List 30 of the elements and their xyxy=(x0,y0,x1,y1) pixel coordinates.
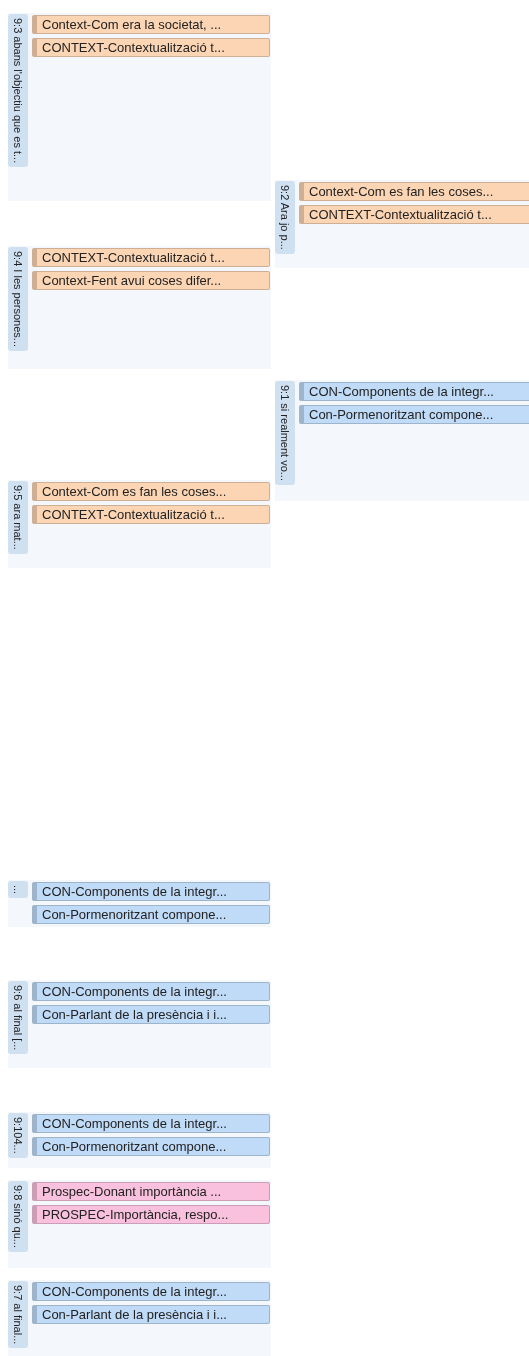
code-tag[interactable]: CON-Components de la integr... xyxy=(32,1114,270,1133)
quotation-label[interactable]: 9:1 si realment vo... xyxy=(275,381,295,485)
code-tag[interactable]: Con-Parlant de la presència i i... xyxy=(32,1005,270,1024)
code-tag[interactable]: PROSPEC-Importància, respo... xyxy=(32,1205,270,1224)
quotation-label[interactable]: 9:2 Ara jo p... xyxy=(275,181,295,254)
quotation-label[interactable]: 9:8 sinó qu... xyxy=(8,1181,28,1252)
code-tag[interactable]: CON-Components de la integr... xyxy=(32,982,270,1001)
code-tag[interactable]: Con-Pormenoritzant compone... xyxy=(32,905,270,924)
code-tag[interactable]: Con-Parlant de la presència i i... xyxy=(32,1305,270,1324)
code-tag[interactable]: Prospec-Donant importància ... xyxy=(32,1182,270,1201)
code-tag[interactable]: CONTEXT-Contextualització t... xyxy=(32,248,270,267)
code-tag[interactable]: Con-Pormenoritzant compone... xyxy=(32,1137,270,1156)
code-tag[interactable]: Con-Pormenoritzant compone... xyxy=(299,405,529,424)
code-tag[interactable]: CONTEXT-Contextualització t... xyxy=(32,505,270,524)
quotation-label[interactable]: 9:3 abans l'objectiu que es t... xyxy=(8,14,28,168)
code-tag[interactable]: Context-Com es fan les coses... xyxy=(299,182,529,201)
code-tag[interactable]: CONTEXT-Contextualització t... xyxy=(299,205,529,224)
code-tag[interactable]: CONTEXT-Contextualització t... xyxy=(32,38,270,57)
quotation-label[interactable]: 9:4 I les persones... xyxy=(8,247,28,351)
code-tag[interactable]: CON-Components de la integr... xyxy=(32,1282,270,1301)
quotation-label[interactable]: 9:6 al final [... xyxy=(8,981,28,1055)
quotation-label[interactable]: 9:7 al final... xyxy=(8,1281,28,1349)
code-tag[interactable]: CON-Components de la integr... xyxy=(299,382,529,401)
code-tag[interactable]: Context-Fent avui coses difer... xyxy=(32,271,270,290)
quotation-label[interactable]: 9:104... xyxy=(8,1113,28,1158)
code-tag[interactable]: Context-Com es fan les coses... xyxy=(32,482,270,501)
code-tag[interactable]: CON-Components de la integr... xyxy=(32,882,270,901)
code-tag[interactable]: Context-Com era la societat, ... xyxy=(32,15,270,34)
quotation-label[interactable]: 9:5 ara mat... xyxy=(8,481,28,554)
quotation-label[interactable]: ... xyxy=(8,881,28,899)
